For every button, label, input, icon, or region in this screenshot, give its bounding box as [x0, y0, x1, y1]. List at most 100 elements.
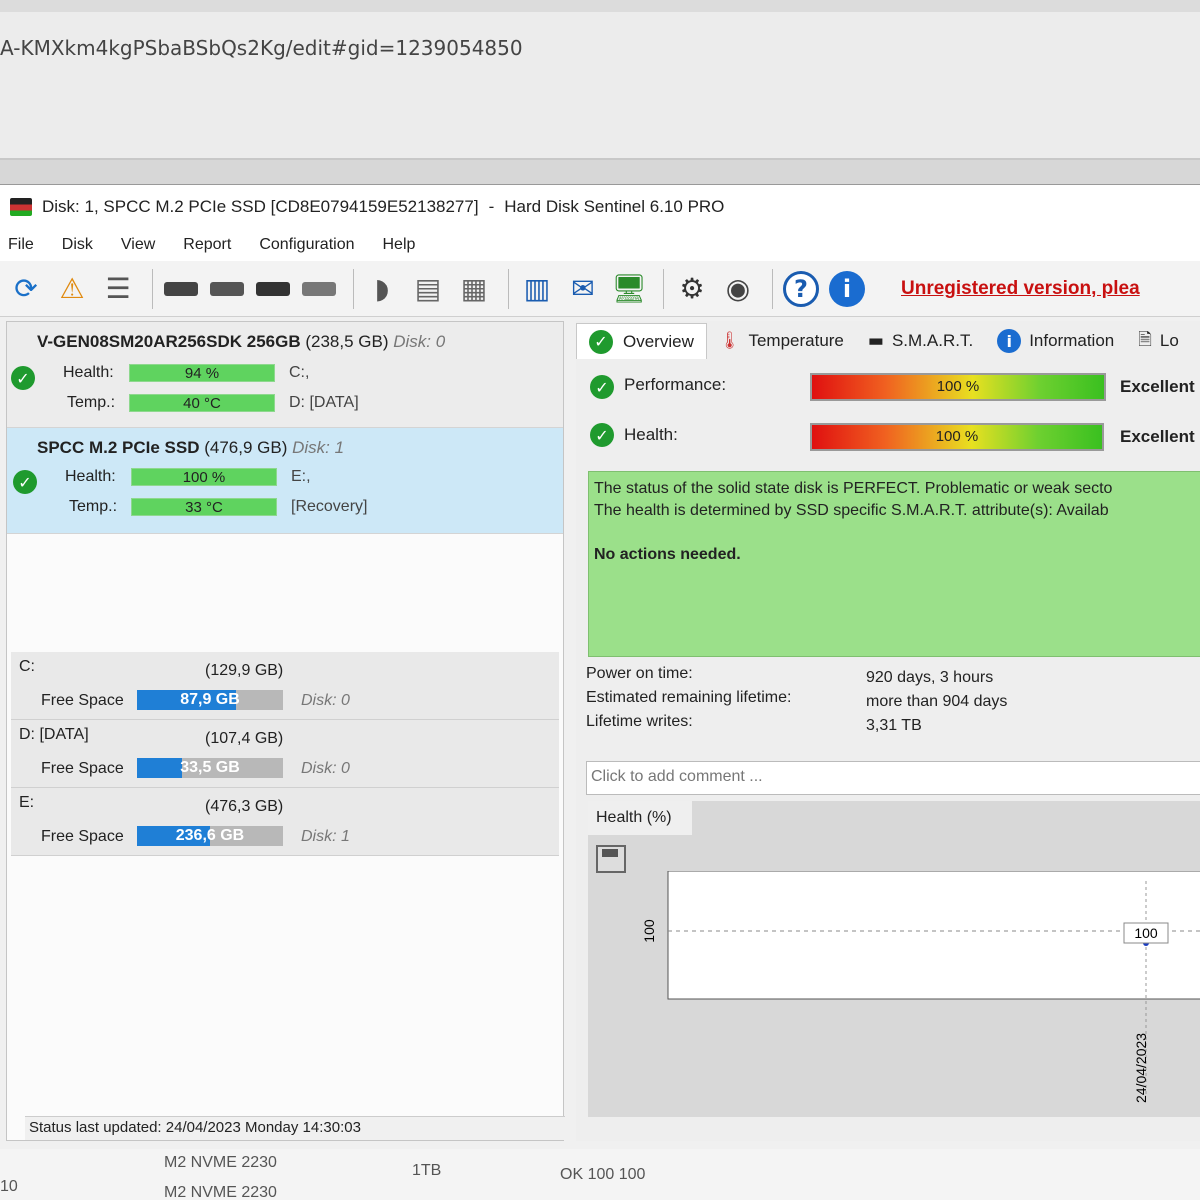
window-title-separator: -	[488, 197, 495, 216]
power-on-value: 920 days, 3 hours	[866, 669, 994, 686]
status-line: The health is determined by SSD specific…	[594, 502, 1109, 519]
menu-file[interactable]: File	[8, 236, 34, 254]
window-title-app: Hard Disk Sentinel 6.10 PRO	[504, 197, 725, 216]
disk-schedule-icon[interactable]	[207, 269, 247, 309]
disk-number: Disk: 0	[393, 332, 446, 351]
status-message-box: The status of the solid state disk is PE…	[588, 471, 1200, 657]
tab-smart[interactable]: ▬ S.M.A.R.T.	[856, 323, 985, 359]
refresh-warning-icon[interactable]: ⚠	[52, 269, 92, 309]
menu-disk[interactable]: Disk	[62, 236, 93, 254]
disk-list-spacer	[7, 534, 563, 652]
free-space-value: 87,9 GB	[180, 691, 240, 708]
health-bar: 94 %	[129, 364, 275, 382]
sound-icon[interactable]: ◉	[718, 269, 758, 309]
health-label: Health:	[65, 468, 116, 485]
tab-overview[interactable]: ✓ Overview	[576, 323, 707, 359]
app-logo-icon	[10, 198, 32, 216]
chart-tab[interactable]: Health (%)	[588, 801, 692, 835]
writes-value: 3,31 TB	[866, 717, 922, 734]
status-bar: Status last updated: 24/04/2023 Monday 1…	[25, 1116, 565, 1140]
report-icon[interactable]: ▥	[517, 269, 557, 309]
free-space-bar: 33,5 GB	[137, 758, 283, 778]
writes-label: Lifetime writes:	[586, 713, 693, 730]
temp-bar: 33 °C	[131, 498, 277, 516]
free-space-value: 33,5 GB	[180, 759, 240, 776]
disk-size: (476,9 GB)	[204, 438, 288, 457]
free-space-label: Free Space	[41, 760, 124, 777]
performance-rating: Excellent	[1120, 377, 1195, 396]
volume-disk: Disk: 0	[301, 692, 350, 709]
tab-label: Overview	[623, 331, 694, 351]
disk-number: Disk: 1	[292, 438, 345, 457]
volume-size: (107,4 GB)	[205, 730, 284, 747]
unregistered-link[interactable]: Unregistered version, plea	[901, 278, 1140, 300]
tab-log[interactable]: 🗎 Lo	[1126, 323, 1191, 359]
menu-configuration[interactable]: Configuration	[259, 236, 354, 254]
temp-bar: 40 °C	[129, 394, 275, 412]
menu-view[interactable]: View	[121, 236, 155, 254]
hard-disk-sentinel-window: Disk: 1, SPCC M.2 PCIe SSD [CD8E0794159E…	[0, 184, 1200, 1149]
health-ok-icon: ✓	[11, 366, 35, 390]
disk-ok-icon[interactable]	[253, 269, 293, 309]
performance-ok-icon: ✓	[590, 375, 614, 399]
volume-name: D: [DATA]	[19, 726, 89, 743]
help-icon[interactable]: ?	[781, 269, 821, 309]
disk-model: V-GEN08SM20AR256SDK 256GB	[37, 332, 301, 351]
health-label: Health:	[63, 364, 114, 381]
disk-tool-icon[interactable]	[299, 269, 339, 309]
volume-name: E:	[19, 794, 35, 811]
health-chart: 100 100 24/04/2023	[641, 871, 1200, 1103]
free-space-bar: 236,6 GB	[137, 826, 283, 846]
toolbar: ⟳ ⚠ ☰ ◗ ▤ ▦ ▥ ✉ 🖥 ⚙ ◉ ? i Unregistered v…	[0, 261, 1200, 317]
sheet-cell: 10	[0, 1178, 18, 1195]
disk-list-panel: V-GEN08SM20AR256SDK 256GB (238,5 GB) Dis…	[6, 321, 565, 1141]
disk-model: SPCC M.2 PCIe SSD	[37, 438, 200, 457]
partition-list: D: [DATA]	[289, 394, 359, 411]
free-space-value: 236,6 GB	[175, 827, 245, 844]
network-icon[interactable]: 🖥	[609, 269, 649, 309]
disk-surface-icon[interactable]: ◗	[362, 269, 402, 309]
disk-entry-0[interactable]: V-GEN08SM20AR256SDK 256GB (238,5 GB) Dis…	[7, 322, 563, 428]
temp-label: Temp.:	[67, 394, 116, 411]
volume-name: C:	[19, 658, 35, 675]
disk-test-icon[interactable]: ▦	[454, 269, 494, 309]
health-row: ✓ Health: 100 % Excellent	[576, 419, 1200, 455]
disk-list-icon[interactable]: ☰	[98, 269, 138, 309]
volume-size: (129,9 GB)	[205, 662, 284, 679]
save-icon[interactable]	[596, 845, 626, 873]
sheet-cell: OK 100 100	[560, 1166, 646, 1183]
details-panel: ✓ Overview 🌡 Temperature ▬ S.M.A.R.T. i …	[576, 321, 1200, 1141]
email-icon[interactable]: ✉	[563, 269, 603, 309]
settings-gear-icon[interactable]: ⚙	[672, 269, 712, 309]
disk-entry-1[interactable]: SPCC M.2 PCIe SSD (476,9 GB) Disk: 1 ✓ H…	[7, 428, 563, 534]
browser-tabstrip	[0, 0, 1200, 12]
free-space-label: Free Space	[41, 828, 124, 845]
sheet-cell: M2 NVME 2230	[164, 1184, 277, 1200]
document-icon: 🗎	[1138, 329, 1152, 350]
partition-list: [Recovery]	[291, 498, 368, 515]
disk-tools-icon[interactable]	[161, 269, 201, 309]
tab-label: S.M.A.R.T.	[891, 331, 974, 350]
browser-url[interactable]: A-KMXkm4kgPSbaBSbQs2Kg/edit#gid=12390548…	[0, 36, 523, 60]
title-bar: Disk: 1, SPCC M.2 PCIe SSD [CD8E0794159E…	[0, 185, 1200, 229]
check-icon: ✓	[589, 329, 613, 354]
disk-info-icon[interactable]: ▤	[408, 269, 448, 309]
tab-temperature[interactable]: 🌡 Temperature	[707, 323, 856, 359]
comment-input[interactable]: Click to add comment ...	[586, 761, 1200, 795]
disk-title: V-GEN08SM20AR256SDK 256GB (238,5 GB) Dis…	[37, 332, 445, 352]
refresh-icon[interactable]: ⟳	[6, 269, 46, 309]
menu-bar: File Disk View Report Configuration Help	[0, 229, 1200, 261]
performance-row: ✓ Performance: 100 % Excellent	[576, 369, 1200, 405]
about-info-icon[interactable]: i	[827, 269, 867, 309]
tab-information[interactable]: i Information	[985, 323, 1126, 359]
menu-report[interactable]: Report	[183, 236, 231, 254]
tab-label: Information	[1029, 331, 1115, 350]
volume-entry[interactable]: D: [DATA] (107,4 GB) Free Space 33,5 GB …	[11, 720, 559, 788]
volume-entry[interactable]: E: (476,3 GB) Free Space 236,6 GB Disk: …	[11, 788, 559, 856]
window-title-disk: Disk: 1, SPCC M.2 PCIe SSD [CD8E0794159E…	[42, 197, 479, 216]
volume-entry[interactable]: C: (129,9 GB) Free Space 87,9 GB Disk: 0	[11, 652, 559, 720]
menu-help[interactable]: Help	[382, 236, 415, 254]
actions-text: No actions needed.	[594, 546, 741, 563]
plot-area	[667, 871, 1200, 1000]
toolbar-separator	[663, 268, 664, 309]
